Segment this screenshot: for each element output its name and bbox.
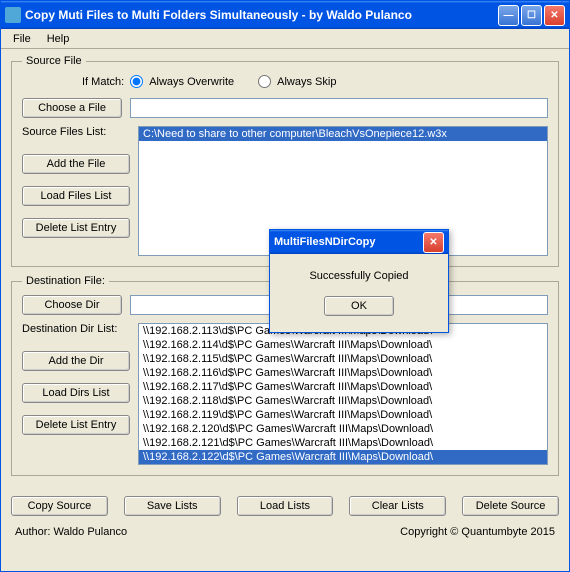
copyright-text: Copyright © Quantumbyte 2015: [400, 526, 555, 538]
if-match-label: If Match:: [82, 76, 124, 88]
radio-skip[interactable]: [258, 75, 271, 88]
add-file-button[interactable]: Add the File: [22, 154, 130, 174]
list-item[interactable]: \\192.168.2.117\d$\PC Games\Warcraft III…: [139, 380, 547, 394]
list-item[interactable]: \\192.168.2.114\d$\PC Games\Warcraft III…: [139, 338, 547, 352]
main-window: Copy Muti Files to Multi Folders Simulta…: [0, 0, 570, 572]
clear-lists-button[interactable]: Clear Lists: [349, 496, 446, 516]
success-dialog: MultiFilesNDirCopy ✕ Successfully Copied…: [269, 229, 449, 333]
list-item[interactable]: \\192.168.2.122\d$\PC Games\Warcraft III…: [139, 450, 547, 464]
dest-list-label: Destination Dir List:: [22, 323, 130, 339]
choose-dir-button[interactable]: Choose Dir: [22, 295, 122, 315]
delete-file-entry-button[interactable]: Delete List Entry: [22, 218, 130, 238]
author-row: Author: Waldo Pulanco Copyright © Quantu…: [1, 522, 569, 544]
list-item[interactable]: \\192.168.2.116\d$\PC Games\Warcraft III…: [139, 366, 547, 380]
titlebar[interactable]: Copy Muti Files to Multi Folders Simulta…: [1, 1, 569, 29]
source-list-label: Source Files List:: [22, 126, 130, 142]
minimize-button[interactable]: —: [498, 5, 519, 26]
source-legend: Source File: [22, 55, 86, 67]
list-item[interactable]: \\192.168.2.118\d$\PC Games\Warcraft III…: [139, 394, 547, 408]
load-dirs-button[interactable]: Load Dirs List: [22, 383, 130, 403]
close-button[interactable]: ✕: [544, 5, 565, 26]
dialog-titlebar[interactable]: MultiFilesNDirCopy ✕: [270, 230, 448, 254]
maximize-button[interactable]: ☐: [521, 5, 542, 26]
load-lists-button[interactable]: Load Lists: [237, 496, 334, 516]
dest-dirs-listbox[interactable]: \\192.168.2.113\d$\PC Games\Warcraft III…: [138, 323, 548, 465]
list-item[interactable]: \\192.168.2.121\d$\PC Games\Warcraft III…: [139, 436, 547, 450]
dialog-message: Successfully Copied: [286, 270, 432, 282]
save-lists-button[interactable]: Save Lists: [124, 496, 221, 516]
list-item[interactable]: \\192.168.2.115\d$\PC Games\Warcraft III…: [139, 352, 547, 366]
list-item[interactable]: \\192.168.2.119\d$\PC Games\Warcraft III…: [139, 408, 547, 422]
radio-overwrite[interactable]: [130, 75, 143, 88]
window-title: Copy Muti Files to Multi Folders Simulta…: [25, 8, 498, 22]
list-item[interactable]: C:\Need to share to other computer\Bleac…: [139, 127, 547, 141]
list-item[interactable]: \\192.168.2.120\d$\PC Games\Warcraft III…: [139, 422, 547, 436]
delete-source-button[interactable]: Delete Source: [462, 496, 559, 516]
load-files-button[interactable]: Load Files List: [22, 186, 130, 206]
add-dir-button[interactable]: Add the Dir: [22, 351, 130, 371]
footer-buttons: Copy Source Save Lists Load Lists Clear …: [1, 490, 569, 522]
dialog-close-button[interactable]: ✕: [423, 232, 444, 253]
overwrite-label: Always Overwrite: [149, 76, 234, 88]
file-path-input[interactable]: [130, 98, 548, 118]
skip-label: Always Skip: [277, 76, 336, 88]
author-text: Author: Waldo Pulanco: [15, 526, 127, 538]
copy-source-button[interactable]: Copy Source: [11, 496, 108, 516]
menu-help[interactable]: Help: [39, 31, 78, 47]
menubar: File Help: [1, 29, 569, 49]
menu-file[interactable]: File: [5, 31, 39, 47]
delete-dir-entry-button[interactable]: Delete List Entry: [22, 415, 130, 435]
app-icon: [5, 7, 21, 23]
dialog-title: MultiFilesNDirCopy: [274, 236, 423, 248]
choose-file-button[interactable]: Choose a File: [22, 98, 122, 118]
dialog-ok-button[interactable]: OK: [324, 296, 394, 316]
dest-legend: Destination File:: [22, 275, 109, 287]
